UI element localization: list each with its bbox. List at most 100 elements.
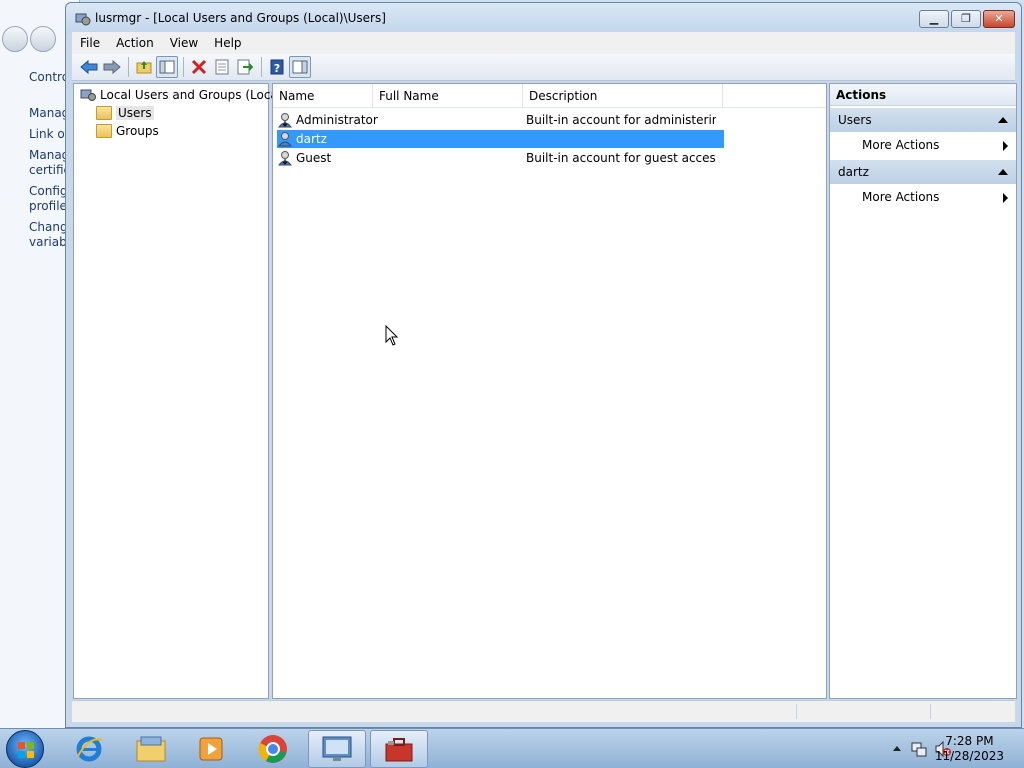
maximize-button[interactable]: ❐ bbox=[951, 10, 981, 28]
background-link[interactable]: Config profile bbox=[29, 184, 68, 214]
background-link[interactable]: Manag bbox=[29, 106, 69, 121]
clock[interactable]: 7:28 PM 11/28/2023 bbox=[935, 734, 1004, 764]
background-link[interactable]: Chang variabl bbox=[29, 220, 69, 250]
toolbar-separator bbox=[183, 57, 184, 77]
cell-name: Guest bbox=[296, 151, 332, 165]
collapse-arrow-icon[interactable] bbox=[998, 169, 1008, 175]
back-button[interactable] bbox=[78, 56, 100, 78]
menu-action[interactable]: Action bbox=[108, 36, 162, 50]
background-links: Contro Manag Link or Manag certific Conf… bbox=[29, 70, 69, 256]
actions-section-label: dartz bbox=[838, 165, 869, 179]
menu-help[interactable]: Help bbox=[206, 36, 249, 50]
help-button[interactable]: ? bbox=[266, 56, 288, 78]
actions-title: Actions bbox=[830, 84, 1016, 106]
table-row[interactable]: Administrator Built-in account for admin… bbox=[277, 111, 724, 129]
users-groups-root-icon bbox=[80, 89, 96, 101]
tree-root-label: Local Users and Groups (Local) bbox=[100, 88, 286, 102]
chrome-icon bbox=[258, 735, 287, 763]
action-item-label: More Actions bbox=[862, 190, 940, 204]
toolbox-icon bbox=[385, 738, 413, 762]
actions-section-users[interactable]: Users bbox=[830, 108, 1016, 132]
tree-root-local-users-and-groups[interactable]: Local Users and Groups (Local) bbox=[80, 86, 286, 104]
taskbar-file-explorer[interactable] bbox=[122, 730, 180, 768]
back-arrow-icon bbox=[80, 60, 98, 74]
tree-item-label: Users bbox=[116, 106, 154, 120]
collapse-arrow-icon[interactable] bbox=[998, 117, 1008, 123]
background-link[interactable]: Manag certific bbox=[29, 148, 69, 178]
window-controls: ▁ ❐ ✕ bbox=[917, 10, 1015, 28]
toolbar-separator bbox=[261, 57, 262, 77]
taskbar-toolbox[interactable] bbox=[370, 730, 428, 768]
network-icon[interactable] bbox=[910, 740, 928, 758]
submenu-arrow-icon bbox=[1003, 141, 1008, 151]
cell-description: Built-in account for administering... bbox=[526, 113, 716, 127]
title-bar[interactable]: lusrmgr - [Local Users and Groups (Local… bbox=[66, 3, 1021, 33]
up-folder-icon bbox=[136, 61, 152, 74]
status-divider bbox=[930, 704, 931, 719]
status-bar bbox=[72, 700, 1015, 722]
export-list-button[interactable] bbox=[234, 56, 256, 78]
forward-button[interactable] bbox=[101, 56, 123, 78]
menu-file[interactable]: File bbox=[72, 36, 108, 50]
mouse-cursor-icon bbox=[385, 325, 399, 346]
menu-view[interactable]: View bbox=[162, 36, 206, 50]
actions-section-dartz[interactable]: dartz bbox=[830, 160, 1016, 184]
taskbar-chrome[interactable] bbox=[244, 730, 302, 768]
clock-time: 7:28 PM bbox=[945, 734, 994, 748]
file-explorer-icon bbox=[136, 736, 166, 762]
user-icon bbox=[277, 113, 293, 128]
more-actions-dartz[interactable]: More Actions bbox=[830, 184, 1016, 210]
column-header-name[interactable]: Name bbox=[273, 84, 373, 108]
up-one-level-button[interactable] bbox=[133, 56, 155, 78]
delete-button[interactable] bbox=[188, 56, 210, 78]
tree-item-users[interactable]: Users bbox=[96, 104, 154, 122]
properties-icon bbox=[215, 59, 229, 75]
svg-text:?: ? bbox=[274, 62, 280, 75]
remote-desktop-icon bbox=[322, 736, 352, 761]
console-content: Local Users and Groups (Local) Users Gro… bbox=[72, 82, 1017, 699]
help-icon: ? bbox=[270, 59, 284, 75]
system-tray: 7:28 PM 11/28/2023 bbox=[864, 729, 1024, 768]
internet-explorer-icon bbox=[76, 736, 103, 762]
back-circle-icon[interactable] bbox=[2, 26, 28, 52]
background-link[interactable]: Link or bbox=[29, 127, 69, 142]
column-header-full-name[interactable]: Full Name bbox=[373, 84, 523, 108]
forward-circle-icon[interactable] bbox=[30, 26, 56, 52]
submenu-arrow-icon bbox=[1003, 193, 1008, 203]
console-tree: Local Users and Groups (Local) Users Gro… bbox=[73, 83, 286, 699]
show-hide-action-pane-icon bbox=[292, 60, 308, 74]
show-hidden-icons-icon[interactable] bbox=[892, 744, 902, 752]
forward-arrow-icon bbox=[103, 60, 121, 74]
toolbar: ? bbox=[72, 54, 1015, 81]
close-button[interactable]: ✕ bbox=[983, 10, 1015, 28]
list-header: Name Full Name Description bbox=[273, 84, 826, 108]
media-player-icon bbox=[199, 737, 223, 761]
column-header-description[interactable]: Description bbox=[523, 84, 723, 108]
properties-button[interactable] bbox=[211, 56, 233, 78]
clock-date: 11/28/2023 bbox=[934, 749, 1004, 763]
taskbar-remote-desktop[interactable] bbox=[308, 730, 366, 768]
delete-icon bbox=[191, 59, 207, 75]
start-button[interactable] bbox=[6, 730, 44, 768]
actions-section-label: Users bbox=[838, 113, 872, 127]
table-row-selected[interactable]: dartz bbox=[277, 130, 724, 148]
folder-icon bbox=[96, 124, 112, 138]
actions-pane: Actions Users More Actions dartz More Ac… bbox=[829, 83, 1017, 699]
table-row[interactable]: Guest Built-in account for guest access … bbox=[277, 149, 724, 167]
more-actions-users[interactable]: More Actions bbox=[830, 132, 1016, 158]
windows-logo-icon bbox=[18, 742, 34, 758]
status-divider bbox=[796, 704, 797, 719]
lusrmgr-window: lusrmgr - [Local Users and Groups (Local… bbox=[65, 2, 1022, 728]
tree-item-groups[interactable]: Groups bbox=[96, 122, 159, 140]
maximize-icon: ❐ bbox=[961, 12, 971, 25]
show-hide-console-tree-button[interactable] bbox=[156, 56, 178, 78]
user-icon bbox=[277, 132, 293, 147]
minimize-button[interactable]: ▁ bbox=[919, 10, 949, 28]
folder-icon bbox=[96, 106, 112, 120]
show-hide-action-pane-button[interactable] bbox=[289, 56, 311, 78]
taskbar-internet-explorer[interactable] bbox=[60, 730, 118, 768]
action-item-label: More Actions bbox=[862, 138, 940, 152]
background-link[interactable]: Contro bbox=[29, 70, 69, 85]
export-list-icon bbox=[237, 59, 253, 75]
taskbar-media-player[interactable] bbox=[182, 730, 240, 768]
